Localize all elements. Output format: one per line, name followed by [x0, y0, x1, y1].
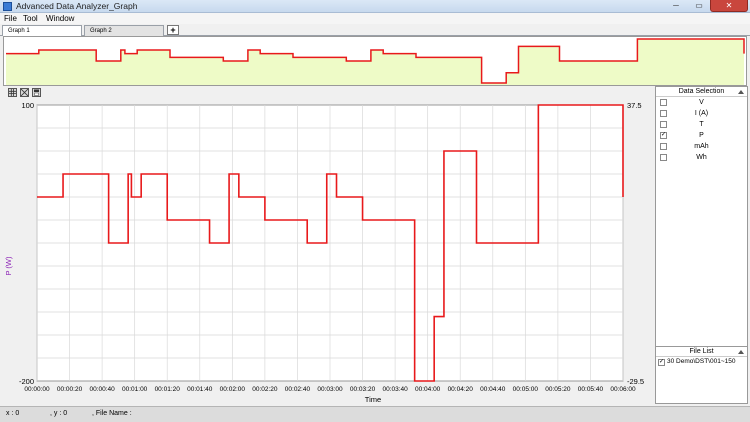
x-tick-label: 00:02:00 [220, 386, 246, 393]
file-list: ✓ 30 Demo\DST\001~150 [656, 357, 747, 367]
x-tick-label: 00:01:40 [187, 386, 213, 393]
y-tick-top: 100 [21, 101, 34, 110]
x-tick-label: 00:02:40 [285, 386, 311, 393]
x-tick-label: 00:03:40 [382, 386, 408, 393]
data-selection-item[interactable]: Wh [656, 152, 747, 163]
close-button[interactable]: ✕ [710, 0, 748, 12]
data-selection-list: VI (A) T ✓ PmAh Wh [656, 97, 747, 163]
minimize-button[interactable]: ─ [664, 0, 688, 12]
data-selection-header[interactable]: Data Selection [656, 87, 747, 97]
overview-area [6, 39, 744, 85]
main-chart[interactable]: 00:00:00 00:00:20 00:00:40 00:01:00 00:01:20… [3, 98, 651, 406]
save-icon[interactable] [32, 88, 41, 97]
x-tick-label: 00:00:40 [89, 386, 115, 393]
x-tick-label: 00:00:20 [57, 386, 83, 393]
x-tick-label: 00:03:00 [317, 386, 343, 393]
checkbox[interactable] [660, 110, 667, 117]
menu-tool[interactable]: Tool [23, 13, 38, 24]
x-tick-label: 00:02:20 [252, 386, 278, 393]
x-tick-label: 00:04:20 [448, 386, 474, 393]
file-list-item[interactable]: ✓ 30 Demo\DST\001~150 [656, 357, 747, 367]
data-selection-label: Wh [696, 154, 707, 161]
checkbox[interactable] [660, 143, 667, 150]
y-axis-label: P (W) [4, 256, 13, 276]
x-tick-label: 00:05:40 [578, 386, 604, 393]
data-selection-label: V [699, 99, 704, 106]
collapse-icon[interactable] [738, 350, 744, 354]
collapse-icon[interactable] [738, 90, 744, 94]
data-selection-label: I (A) [694, 110, 709, 117]
checkbox[interactable] [660, 99, 667, 106]
y2-tick-bottom: -29.5 [627, 377, 644, 386]
checkbox[interactable] [660, 121, 667, 128]
x-tick-label: 00:06:00 [610, 386, 636, 393]
title-bar: Advanced Data Analyzer_Graph ─ ▭ ✕ [0, 0, 750, 13]
side-panel: Data Selection VI (A) T ✓ PmAh Wh File List … [655, 86, 748, 404]
x-tick-label: 00:04:40 [480, 386, 506, 393]
status-file-name: , File Name : [92, 410, 132, 417]
zoom-icon[interactable] [20, 88, 29, 97]
data-selection-item[interactable]: I (A) [656, 108, 747, 119]
data-selection-item[interactable]: mAh [656, 141, 747, 152]
checkbox[interactable] [660, 154, 667, 161]
x-tick-label: 00:05:00 [513, 386, 539, 393]
graph-tabs: Graph 1 Graph 2 + [0, 24, 750, 36]
app-icon [3, 2, 12, 11]
grid-icon[interactable] [8, 88, 17, 97]
status-y: , y : 0 [50, 410, 68, 417]
y-tick-bottom: -200 [19, 377, 34, 386]
x-axis-label: Time [365, 395, 381, 404]
x-tick-label: 00:01:20 [155, 386, 181, 393]
file-list-label: 30 Demo\DST\001~150 [667, 358, 736, 365]
tab-graph-2[interactable]: Graph 2 [84, 25, 164, 36]
status-x: x : 0 [6, 410, 20, 417]
checkbox[interactable]: ✓ [660, 132, 667, 139]
x-tick-label: 00:05:20 [545, 386, 571, 393]
overview-chart[interactable] [3, 36, 747, 86]
menu-bar: File Tool Window [0, 13, 750, 24]
menu-file[interactable]: File [4, 13, 17, 24]
y2-tick-top: 37.5 [627, 101, 642, 110]
data-selection-item[interactable]: V [656, 97, 747, 108]
data-selection-label: P [699, 132, 704, 139]
tab-graph-1[interactable]: Graph 1 [2, 25, 82, 36]
checkbox[interactable]: ✓ [658, 359, 665, 366]
file-list-panel: File List ✓ 30 Demo\DST\001~150 [656, 346, 747, 403]
data-selection-item[interactable]: ✓ P [656, 130, 747, 141]
x-tick-label: 00:00:00 [24, 386, 50, 393]
x-tick-label: 00:01:00 [122, 386, 148, 393]
main-chart-svg: 00:00:00 00:00:20 00:00:40 00:01:00 00:01:20… [4, 101, 644, 404]
data-selection-item[interactable]: T [656, 119, 747, 130]
status-bar: x : 0 , y : 0 , File Name : [0, 406, 750, 422]
window-title: Advanced Data Analyzer_Graph [16, 1, 138, 11]
data-selection-title: Data Selection [678, 88, 725, 95]
menu-window[interactable]: Window [46, 13, 74, 24]
overview-svg [6, 38, 745, 85]
file-list-header[interactable]: File List [656, 347, 747, 357]
file-list-title: File List [689, 348, 714, 355]
x-tick-label: 00:03:20 [350, 386, 376, 393]
add-tab-button[interactable]: + [167, 25, 179, 35]
x-tick-label: 00:04:00 [415, 386, 441, 393]
data-selection-label: mAh [694, 143, 709, 150]
data-selection-label: T [699, 121, 704, 128]
maximize-button[interactable]: ▭ [688, 0, 710, 12]
